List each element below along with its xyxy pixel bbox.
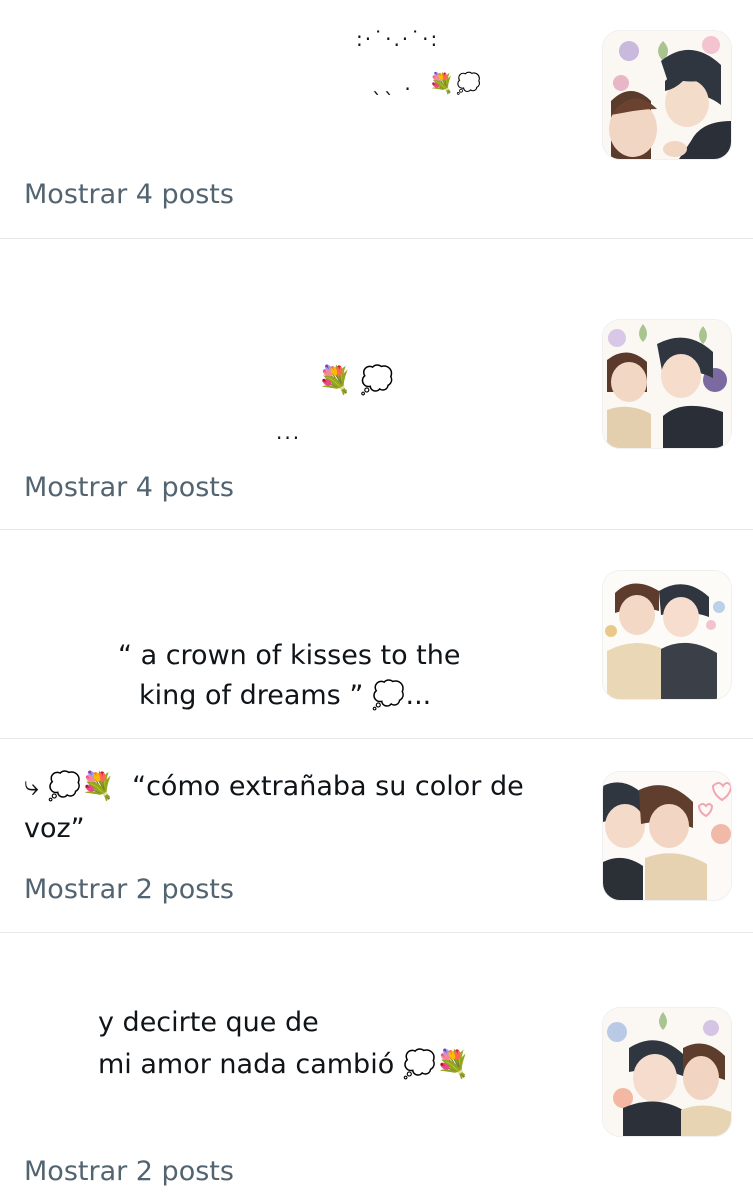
post-3-line-2: king of dreams ” 💭...	[139, 680, 432, 711]
post-5-line-2: mi amor nada cambió 💭💐	[98, 1049, 471, 1080]
post-4-line-2: voz”	[24, 813, 85, 844]
illustration-image	[603, 320, 731, 448]
illustration-image	[603, 31, 731, 159]
illustration-image	[603, 772, 731, 900]
post-4-line-1: ⤷ 💭💐 “cómo extrañaba su color de	[24, 771, 524, 802]
thread-feed: :·˙·.·˙·: ˎˎ . 💐💭 Mostrar 4 posts 💐 💭 ..…	[0, 0, 753, 1199]
show-more-link[interactable]: Mostrar 4 posts	[24, 178, 234, 212]
illustration-image	[603, 1008, 731, 1136]
post-2-thumbnail[interactable]	[602, 319, 732, 449]
post-5-line-1: y decirte que de	[98, 1007, 319, 1038]
post-5[interactable]: y decirte que de mi amor nada cambió 💭💐 …	[0, 933, 753, 1199]
post-1-thumbnail[interactable]	[602, 30, 732, 160]
post-3-line-1: “ a crown of kisses to the	[118, 640, 461, 671]
show-more-link[interactable]: Mostrar 2 posts	[24, 1155, 234, 1189]
post-3[interactable]: “ a crown of kisses to the king of dream…	[0, 530, 753, 738]
post-1[interactable]: :·˙·.·˙·: ˎˎ . 💐💭 Mostrar 4 posts	[0, 0, 753, 238]
post-4-thumbnail[interactable]	[602, 771, 732, 901]
post-4[interactable]: ⤷ 💭💐 “cómo extrañaba su color de voz” Mo…	[0, 739, 753, 932]
illustration-image	[603, 571, 731, 699]
post-1-line-1: :·˙·.·˙·:	[356, 27, 440, 51]
post-3-thumbnail[interactable]	[602, 570, 732, 700]
post-2-line-1: 💐 💭	[318, 365, 394, 396]
post-2[interactable]: 💐 💭 ... Mostrar 4 posts	[0, 239, 753, 529]
show-more-link[interactable]: Mostrar 4 posts	[24, 471, 234, 505]
post-2-line-2: ...	[276, 420, 302, 444]
post-1-line-2: ˎˎ . 💐💭	[372, 71, 484, 95]
show-more-link[interactable]: Mostrar 2 posts	[24, 873, 234, 907]
post-5-thumbnail[interactable]	[602, 1007, 732, 1137]
